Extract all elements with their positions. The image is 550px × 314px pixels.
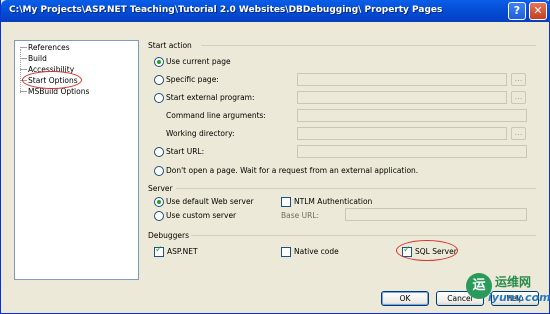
nav-item-build[interactable]: Build: [28, 54, 47, 63]
dont-open-page-label: Don't open a page. Wait for a request fr…: [166, 166, 419, 175]
start-action-heading: Start action: [148, 41, 192, 50]
base-url-input[interactable]: [345, 208, 527, 221]
native-code-debugger-checkbox[interactable]: [281, 247, 291, 257]
group-divider: [201, 45, 536, 46]
specific-page-label: Specific page:: [166, 75, 219, 84]
use-default-server-label: Use default Web server: [166, 197, 254, 206]
specific-page-browse-button[interactable]: ...: [511, 73, 526, 86]
group-divider: [176, 188, 536, 189]
start-external-program-radio[interactable]: [154, 93, 164, 103]
tree-branch: [20, 69, 27, 70]
window-title: C:\My Projects\ASP.NET Teaching\Tutorial…: [9, 5, 443, 15]
tree-branch: [20, 91, 27, 92]
category-tree: References Build Accessibility Start Opt…: [14, 40, 139, 280]
command-line-arguments-label: Command line arguments:: [166, 111, 266, 120]
native-code-debugger-label: Native code: [294, 247, 339, 256]
title-bar: C:\My Projects\ASP.NET Teaching\Tutorial…: [1, 0, 550, 22]
dont-open-page-radio[interactable]: [154, 166, 164, 176]
specific-page-input[interactable]: [297, 73, 507, 86]
ntlm-authentication-label: NTLM Authentication: [294, 197, 373, 206]
ok-button[interactable]: OK: [381, 291, 429, 306]
working-directory-input[interactable]: [297, 127, 507, 140]
external-program-input[interactable]: [297, 91, 507, 104]
tree-branch: [20, 58, 27, 59]
close-button[interactable]: ✕: [529, 2, 547, 20]
server-heading: Server: [148, 184, 173, 193]
use-custom-server-label: Use custom server: [166, 211, 237, 220]
watermark-en-text: iyunv.com: [488, 291, 550, 304]
ntlm-authentication-checkbox[interactable]: [281, 197, 291, 207]
external-program-browse-button[interactable]: ...: [511, 91, 526, 104]
watermark-cn-text: 运维网: [495, 275, 532, 289]
nav-item-references[interactable]: References: [28, 43, 70, 52]
use-default-server-radio[interactable]: [154, 197, 164, 207]
highlight-annotation: [396, 240, 458, 261]
start-external-program-label: Start external program:: [166, 93, 255, 102]
use-custom-server-radio[interactable]: [154, 211, 164, 221]
specific-page-radio[interactable]: [154, 75, 164, 85]
start-url-radio[interactable]: [154, 147, 164, 157]
title-help-button[interactable]: ?: [508, 2, 526, 20]
tree-branch: [20, 47, 27, 48]
aspnet-debugger-label: ASP.NET: [167, 247, 198, 256]
group-divider: [191, 235, 536, 236]
working-directory-browse-button[interactable]: ...: [511, 127, 526, 140]
command-line-arguments-input[interactable]: [297, 109, 527, 122]
highlight-annotation: [22, 71, 82, 89]
start-url-label: Start URL:: [166, 147, 205, 156]
use-current-page-radio[interactable]: [154, 57, 164, 67]
tree-connector: [20, 49, 21, 93]
base-url-label: Base URL:: [281, 211, 320, 220]
working-directory-label: Working directory:: [166, 129, 235, 138]
debuggers-heading: Debuggers: [148, 231, 190, 240]
site-watermark: 运 运维网 iyunv.com: [464, 271, 550, 314]
property-pages-dialog: C:\My Projects\ASP.NET Teaching\Tutorial…: [0, 0, 550, 314]
use-current-page-label: Use current page: [166, 57, 231, 66]
start-url-input[interactable]: [297, 145, 527, 158]
aspnet-debugger-checkbox[interactable]: [154, 245, 164, 257]
